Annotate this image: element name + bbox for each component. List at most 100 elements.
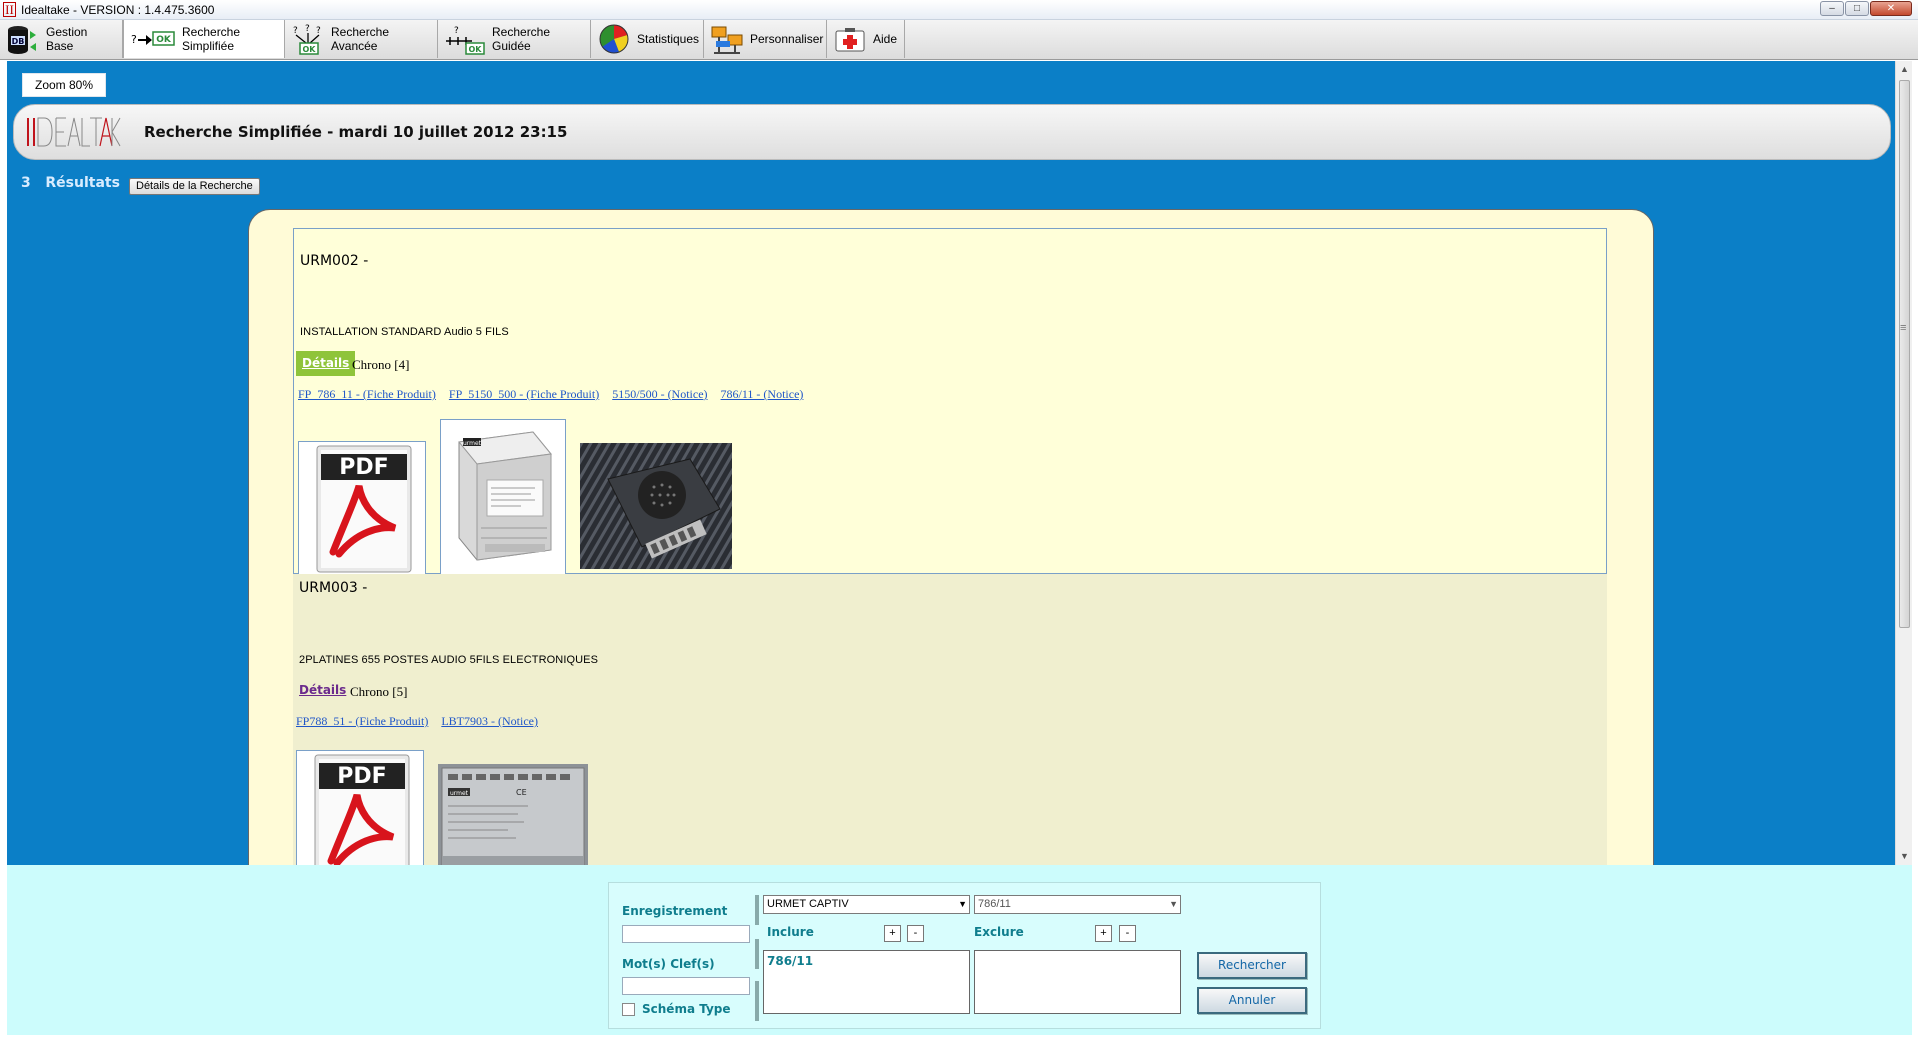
toolbar-statistiques[interactable]: Statistiques [591,20,704,58]
advanced-search-icon: ? ? ? OK [291,23,325,55]
vertical-scrollbar[interactable]: ▲ ≡ ▼ [1895,61,1912,865]
zoom-button[interactable]: Zoom 80% [22,73,106,97]
toolbar-gestion-base[interactable]: DB Gestion Base [0,20,123,58]
doc-link[interactable]: FP_786_11 - (Fiche Produit) [298,387,436,402]
result-details-link[interactable]: Détails [295,678,350,703]
product-thumbnail[interactable] [580,443,732,569]
scrollbar-thumb[interactable] [1899,80,1910,628]
toolbar-recherche-guidee[interactable]: ? OK Recherche Guidée [438,20,591,58]
separator [755,981,759,1021]
power-supply-image: urmet [458,431,552,561]
pdf-icon: PDF [314,754,410,865]
exclure-remove-button[interactable]: - [1119,925,1136,942]
svg-text:?: ? [305,24,310,34]
toolbar-label: Recherche Simplifiée [182,25,241,53]
svg-text:?: ? [131,33,137,46]
reference-select[interactable]: 786/11 ▼ [974,895,1181,914]
brand-label: urmet [463,440,482,447]
enregistrement-input[interactable] [622,925,750,943]
scroll-up-arrow-icon[interactable]: ▲ [1896,61,1913,78]
app-icon: II [3,2,16,17]
annuler-button[interactable]: Annuler [1197,987,1307,1014]
results-panel: URM002 - INSTALLATION STANDARD Audio 5 F… [248,209,1654,865]
speaker-module-image [580,443,732,569]
toolbar-label: Recherche Guidée [492,25,551,53]
ok-arrow-icon: ? OK [130,23,176,55]
doc-link[interactable]: 5150/500 - (Notice) [612,387,707,402]
customize-icon [710,23,744,55]
toolbar-aide[interactable]: Aide [827,20,905,58]
maximize-button[interactable]: □ [1845,1,1869,16]
search-details-button[interactable]: Détails de la Recherche [129,178,260,195]
toolbar-label: Recherche Avancée [331,25,390,53]
scroll-down-arrow-icon[interactable]: ▼ [1896,848,1913,865]
toolbar-recherche-avancee[interactable]: ? ? ? OK Recherche Avancée [285,20,438,58]
window-title-bar[interactable]: II Idealtake - VERSION : 1.4.475.3600 – … [0,0,1918,20]
toolbar-label: Statistiques [637,32,700,46]
svg-text:OK: OK [156,35,172,45]
inclure-list[interactable]: 786/11 [763,950,970,1014]
results-count: 3 Résultats [21,175,120,191]
result-item: URM003 - 2PLATINES 655 POSTES AUDIO 5FIL… [293,574,1607,865]
toolbar-label: Aide [873,32,898,46]
results-number: 3 [21,175,31,191]
inclure-remove-button[interactable]: - [907,925,924,942]
doc-link[interactable]: FP_5150_500 - (Fiche Produit) [449,387,599,402]
result-chrono: Chrono [4] [352,357,410,372]
svg-text:OK: OK [469,45,483,54]
pdf-thumbnail[interactable]: PDF [298,441,426,575]
result-details-link[interactable]: Détails [296,351,356,376]
brand-select[interactable]: URMET CAPTIV ▼ [763,895,970,914]
separator [755,895,759,925]
motsclefs-input[interactable] [622,977,750,995]
svg-text:?: ? [316,26,321,36]
product-thumbnail[interactable]: urmet [440,419,566,575]
product-thumbnail[interactable]: urmet CE [438,764,588,865]
inclure-add-button[interactable]: + [884,925,901,942]
exclure-label: Exclure [974,925,1024,939]
doc-link[interactable]: FP788_51 - (Fiche Produit) [296,714,428,729]
motsclefs-label: Mot(s) Clef(s) [622,957,715,971]
toolbar-recherche-simplifiee[interactable]: ? OK Recherche Simplifiée [123,20,285,58]
first-aid-icon [833,23,867,55]
ce-mark: CE [516,788,527,797]
schema-type-checkbox[interactable] [622,1003,635,1016]
exclure-add-button[interactable]: + [1095,925,1112,942]
toolbar-personnaliser[interactable]: Personnaliser [704,20,827,58]
brand-select-value: URMET CAPTIV [767,898,849,910]
database-icon: DB [6,23,40,55]
pdf-label: PDF [339,455,388,480]
result-description: INSTALLATION STANDARD Audio 5 FILS [300,326,509,338]
scrollbar-grip-icon: ≡ [1900,322,1907,334]
svg-text:DB: DB [12,37,25,46]
svg-text:OK: OK [303,45,317,54]
exclure-list[interactable] [974,950,1181,1014]
guided-search-icon: ? OK [444,23,486,55]
dropdown-arrow-icon: ▼ [1169,899,1178,909]
window-title: Idealtake - VERSION : 1.4.475.3600 [21,3,215,17]
search-bar-area: Enregistrement Mot(s) Clef(s) Schéma Typ… [7,865,1912,1035]
close-button[interactable]: ✕ [1870,1,1912,16]
idealtake-logo [24,114,124,150]
svg-text:?: ? [293,26,298,36]
separator [755,939,759,969]
toolbar-label: Gestion Base [46,25,88,53]
inclure-label: Inclure [767,925,814,939]
brand-label: urmet [450,790,469,797]
enregistrement-label: Enregistrement [622,904,728,918]
pdf-thumbnail[interactable]: PDF [296,750,424,865]
result-code: URM003 - [299,580,368,596]
pie-chart-icon [597,23,631,55]
results-view: Zoom 80% Recherche Simplifiée - mardi 10… [7,61,1895,865]
main-toolbar: DB Gestion Base ? OK Recherche Simplifié… [0,20,1918,60]
results-label: Résultats [45,175,120,191]
minimize-button[interactable]: – [1820,1,1844,16]
result-links: FP788_51 - (Fiche Produit) LBT7903 - (No… [296,714,538,729]
pdf-icon: PDF [316,445,412,573]
toolbar-label: Personnaliser [750,32,824,46]
search-panel: Enregistrement Mot(s) Clef(s) Schéma Typ… [608,882,1321,1029]
doc-link[interactable]: 786/11 - (Notice) [721,387,804,402]
svg-text:?: ? [454,26,459,36]
doc-link[interactable]: LBT7903 - (Notice) [441,714,538,729]
rechercher-button[interactable]: Rechercher [1197,952,1307,979]
